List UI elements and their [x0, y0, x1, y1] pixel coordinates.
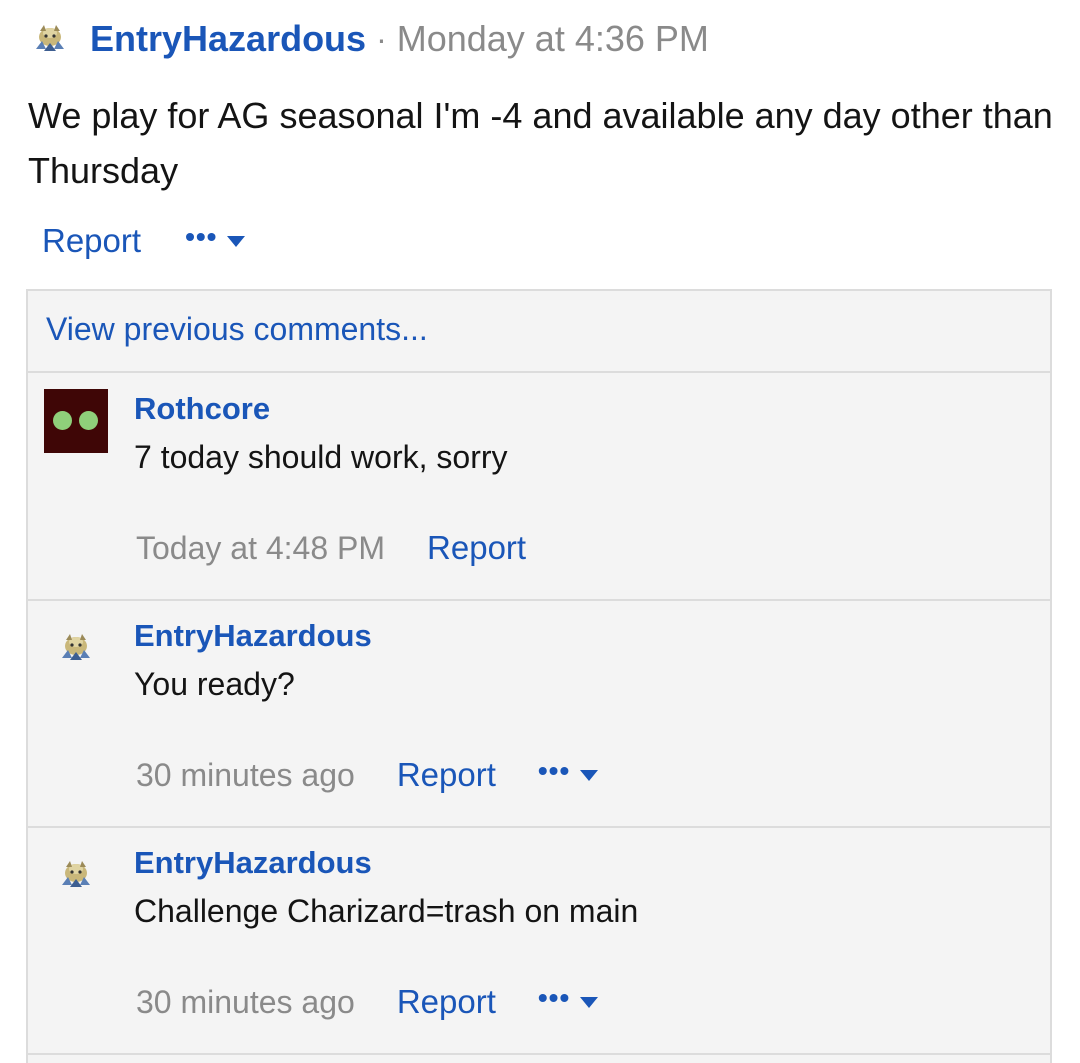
comment-report-link[interactable]: Report: [427, 529, 526, 567]
post-more-menu-button[interactable]: •••: [185, 223, 246, 255]
comment-item: Rothcore 7 today should work, sorry Toda…: [28, 373, 1050, 601]
more-dots-icon: •••: [185, 221, 218, 252]
post-report-link[interactable]: Report: [42, 222, 141, 260]
comment-text: You ready?: [134, 666, 295, 702]
post-header: EntryHazardous · Monday at 4:36 PM: [30, 14, 709, 64]
comment-timestamp[interactable]: 30 minutes ago: [136, 984, 355, 1021]
view-previous-comments-row: View previous comments...: [28, 291, 1050, 373]
comment-text: Challenge Charizard=trash on main: [134, 893, 639, 929]
post-body-text: We play for AG seasonal I'm -4 and avail…: [28, 95, 1053, 191]
post-actions: Report •••: [42, 218, 246, 264]
comment-text: 7 today should work, sorry: [134, 439, 508, 475]
caret-down-icon: [580, 996, 599, 1008]
comment-timestamp[interactable]: Today at 4:48 PM: [136, 530, 385, 567]
more-dots-icon: •••: [537, 982, 571, 1013]
comment-meta: 30 minutes ago Report •••: [136, 979, 599, 1025]
comment-timestamp[interactable]: 30 minutes ago: [136, 757, 355, 794]
comment-more-menu-button[interactable]: •••: [538, 984, 599, 1016]
post-timestamp[interactable]: Monday at 4:36 PM: [397, 18, 709, 60]
comment-meta: 30 minutes ago Report •••: [136, 752, 599, 798]
avatar-eye-right: [79, 411, 98, 430]
view-previous-comments-link[interactable]: View previous comments...: [46, 311, 428, 348]
comment-more-menu-button[interactable]: •••: [538, 757, 599, 789]
comments-panel: View previous comments... Rothcore 7 tod…: [26, 289, 1052, 1063]
header-separator: ·: [376, 20, 387, 57]
comment-meta: Today at 4:48 PM Report: [136, 525, 526, 571]
pokemon-sprite-icon[interactable]: [56, 628, 96, 668]
post-author-link[interactable]: EntryHazardous: [90, 18, 366, 60]
comment-item: EntryHazardous You ready? 30 minutes ago…: [28, 600, 1050, 828]
more-dots-icon: •••: [537, 755, 571, 786]
pokemon-sprite-icon[interactable]: [56, 855, 96, 895]
caret-down-icon: [580, 769, 599, 781]
avatar[interactable]: [44, 389, 108, 453]
avatar-eye-left: [53, 411, 72, 430]
pokemon-sprite-icon[interactable]: [30, 19, 70, 59]
comment-item: EntryHazardous Challenge Charizard=trash…: [28, 827, 1050, 1055]
comment-author-link[interactable]: Rothcore: [134, 391, 270, 427]
comment-report-link[interactable]: Report: [397, 983, 496, 1021]
comment-report-link[interactable]: Report: [397, 756, 496, 794]
comment-author-link[interactable]: EntryHazardous: [134, 618, 372, 654]
comment-author-link[interactable]: EntryHazardous: [134, 845, 372, 881]
caret-down-icon: [227, 235, 246, 247]
